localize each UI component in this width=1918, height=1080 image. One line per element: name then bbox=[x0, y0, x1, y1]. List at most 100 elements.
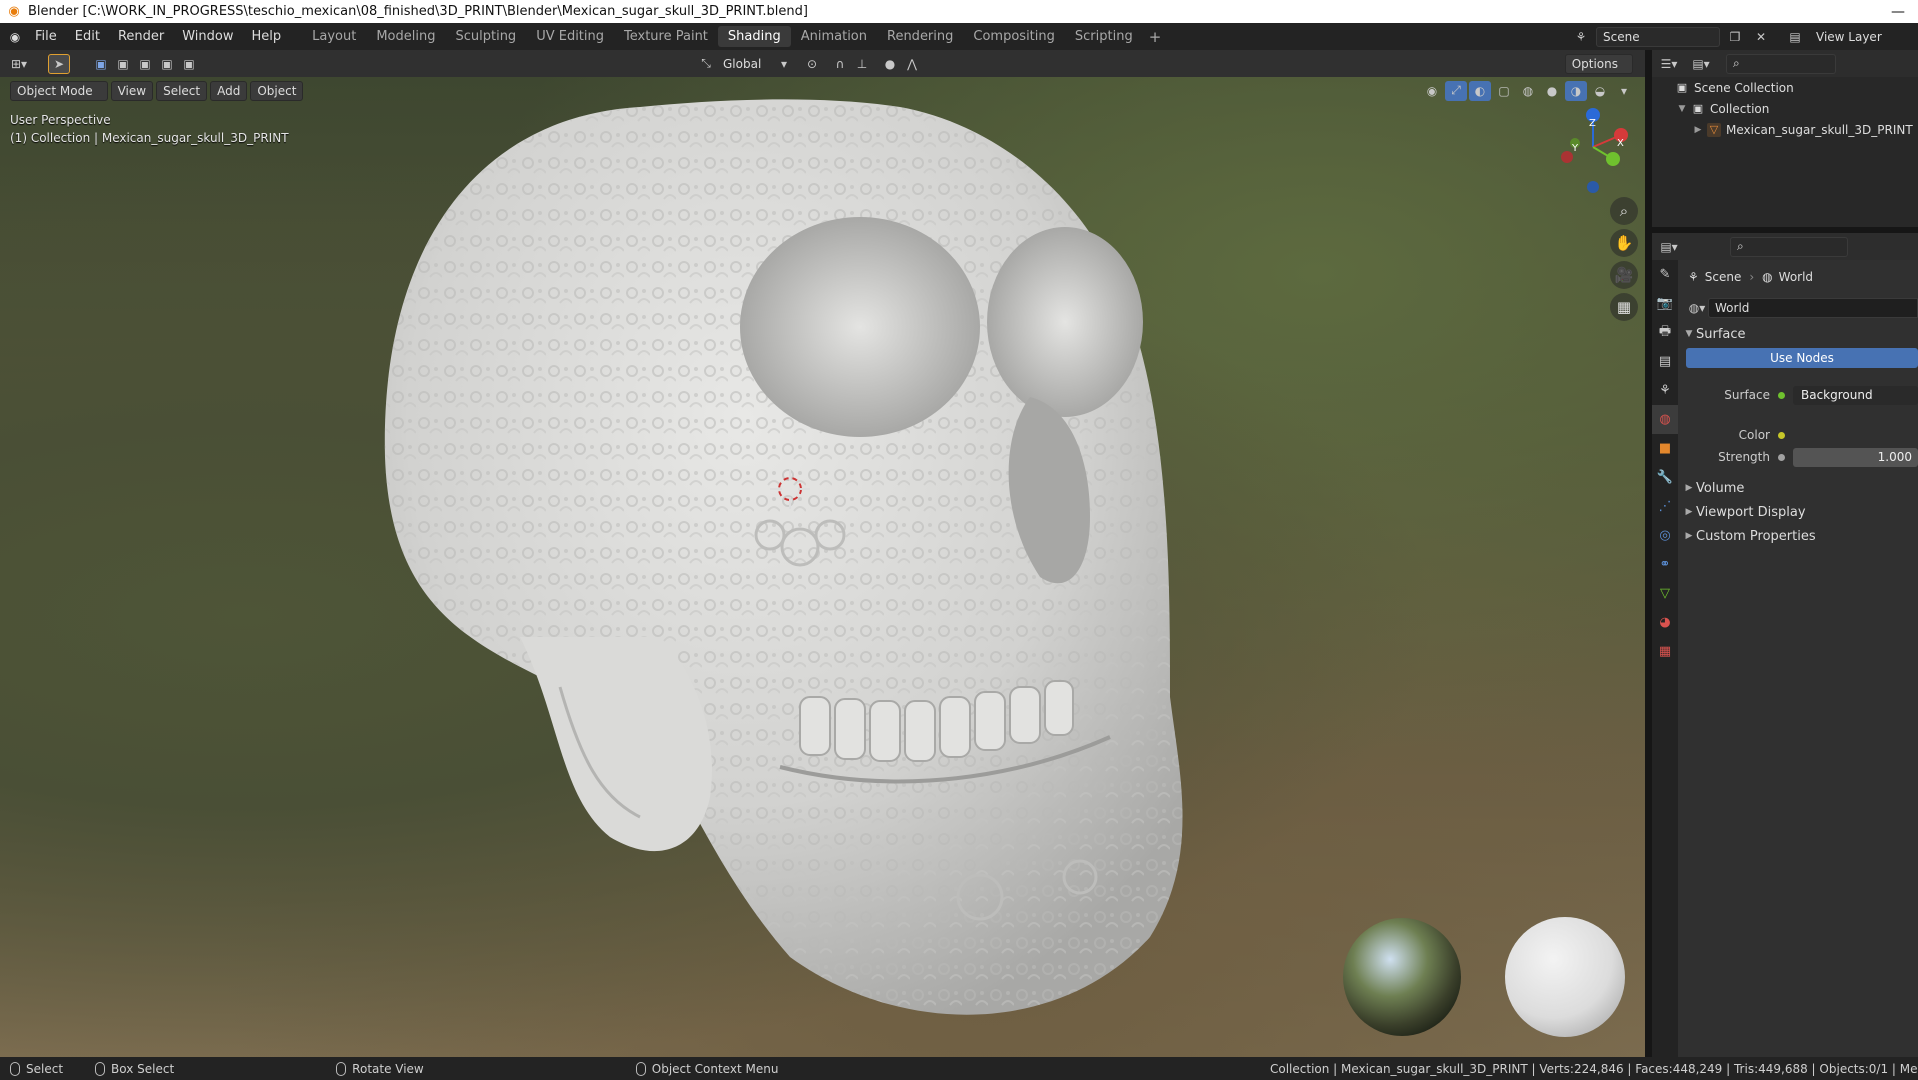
world-name-field[interactable]: World bbox=[1708, 298, 1918, 318]
chevron-right-icon[interactable]: ▶ bbox=[1692, 125, 1704, 135]
tab-compositing[interactable]: Compositing bbox=[963, 26, 1065, 47]
constraints-tab-icon[interactable]: ⚭ bbox=[1652, 550, 1678, 579]
snap-target-icon[interactable]: ⊥ bbox=[851, 54, 873, 74]
tab-animation[interactable]: Animation bbox=[791, 26, 877, 47]
custom-properties-panel-header[interactable]: ▶ Custom Properties bbox=[1678, 524, 1918, 548]
menu-file[interactable]: File bbox=[26, 23, 66, 50]
menu-help[interactable]: Help bbox=[243, 23, 291, 50]
display-mode-icon[interactable]: ▤▾ bbox=[1690, 54, 1712, 74]
viewport-display-panel-header[interactable]: ▶ Viewport Display bbox=[1678, 500, 1918, 524]
output-tab-icon[interactable]: 🖶 bbox=[1652, 318, 1678, 347]
menu-select[interactable]: Select bbox=[156, 80, 208, 101]
menu-view[interactable]: View bbox=[110, 80, 154, 101]
surface-panel-title: Surface bbox=[1696, 326, 1746, 342]
chevron-down-icon[interactable]: ▼ bbox=[1676, 104, 1688, 114]
gizmo-toggle-icon[interactable]: ⤢ bbox=[1445, 80, 1467, 101]
visibility-icon[interactable]: ◉ bbox=[1421, 81, 1443, 101]
remove-scene-icon[interactable]: ✕ bbox=[1750, 27, 1772, 47]
data-tab-icon[interactable]: ▽ bbox=[1652, 579, 1678, 608]
wireframe-shading-icon[interactable]: ◍ bbox=[1517, 81, 1539, 101]
tab-rendering[interactable]: Rendering bbox=[877, 26, 963, 47]
menu-render[interactable]: Render bbox=[109, 23, 173, 50]
scene-selector[interactable]: Scene bbox=[1596, 26, 1720, 47]
outliner-search-input[interactable]: ⌕ bbox=[1726, 53, 1836, 74]
tab-texture-paint[interactable]: Texture Paint bbox=[614, 26, 718, 47]
orientation-dropdown[interactable]: Global bbox=[717, 54, 773, 74]
ortho-grid-icon[interactable]: ▦ bbox=[1610, 293, 1638, 321]
world-tab-icon[interactable]: ◍ bbox=[1652, 405, 1678, 434]
outliner-row-object[interactable]: ▶ ▽ Mexican_sugar_skull_3D_PRINT bbox=[1652, 119, 1918, 140]
outliner-editor-type-icon[interactable]: ☰▾ bbox=[1658, 54, 1680, 74]
world-icon: ◍ bbox=[1762, 270, 1773, 284]
select-extend-icon[interactable]: ▣ bbox=[112, 54, 134, 74]
tab-shading[interactable]: Shading bbox=[717, 26, 791, 47]
surface-panel-header[interactable]: ▼ Surface bbox=[1678, 322, 1918, 346]
proportional-editing-icon[interactable]: ● bbox=[879, 54, 901, 74]
shading-options-icon[interactable]: ▾ bbox=[1613, 81, 1635, 101]
material-shading-icon[interactable]: ◑ bbox=[1565, 80, 1587, 101]
volume-panel-header[interactable]: ▶ Volume bbox=[1678, 476, 1918, 500]
use-nodes-button[interactable]: Use Nodes bbox=[1686, 348, 1918, 368]
select-difference-icon[interactable]: ▣ bbox=[156, 54, 178, 74]
world-browse-icon[interactable]: ◍▾ bbox=[1686, 298, 1708, 318]
select-tool-icon[interactable]: ➤ bbox=[48, 53, 70, 74]
rendered-shading-icon[interactable]: ◒ bbox=[1589, 81, 1611, 101]
particles-tab-icon[interactable]: ⋰ bbox=[1652, 492, 1678, 521]
tool-tab-icon[interactable]: ✎ bbox=[1652, 260, 1678, 289]
color-label: Color bbox=[1738, 428, 1770, 442]
texture-tab-icon[interactable]: ▦ bbox=[1652, 637, 1678, 666]
falloff-icon[interactable]: ⋀ bbox=[901, 54, 923, 74]
menu-edit[interactable]: Edit bbox=[66, 23, 109, 50]
tab-scripting[interactable]: Scripting bbox=[1065, 26, 1143, 47]
outliner-row-scene-collection[interactable]: ▣ Scene Collection bbox=[1652, 77, 1918, 98]
properties-editor-type-icon[interactable]: ▤▾ bbox=[1658, 237, 1680, 257]
object-tab-icon[interactable]: ■ bbox=[1652, 434, 1678, 463]
minimize-button[interactable]: — bbox=[1878, 4, 1918, 20]
snap-icon[interactable]: ∩ bbox=[829, 54, 851, 74]
mode-dropdown[interactable]: Object Mode bbox=[10, 80, 108, 101]
surface-shader-field[interactable]: Background bbox=[1793, 385, 1918, 405]
strength-field[interactable]: 1.000 bbox=[1793, 447, 1918, 467]
overlays-icon[interactable]: ◐ bbox=[1469, 80, 1491, 101]
modifier-tab-icon[interactable]: 🔧 bbox=[1652, 463, 1678, 492]
material-tab-icon[interactable]: ◕ bbox=[1652, 608, 1678, 637]
view-layer-tab-icon[interactable]: ▤ bbox=[1652, 347, 1678, 376]
xray-icon[interactable]: ▢ bbox=[1493, 81, 1515, 101]
tab-layout[interactable]: Layout bbox=[302, 26, 366, 47]
tab-uv-editing[interactable]: UV Editing bbox=[526, 26, 614, 47]
float-socket-icon bbox=[1778, 453, 1785, 461]
select-intersect-icon[interactable]: ▣ bbox=[178, 54, 200, 74]
view-layer-selector[interactable]: View Layer bbox=[1810, 27, 1910, 47]
view-layer-icon[interactable]: ▤ bbox=[1784, 27, 1806, 47]
options-dropdown[interactable]: Options bbox=[1564, 53, 1633, 74]
render-tab-icon[interactable]: 📷 bbox=[1652, 289, 1678, 318]
select-new-icon[interactable]: ▣ bbox=[90, 54, 112, 74]
tab-modeling[interactable]: Modeling bbox=[366, 26, 445, 47]
menu-window[interactable]: Window bbox=[173, 23, 242, 50]
surface-shader-row: Surface Background bbox=[1678, 384, 1918, 406]
new-scene-icon[interactable]: ❐ bbox=[1724, 27, 1746, 47]
menu-add[interactable]: Add bbox=[210, 80, 248, 101]
scene-tab-icon[interactable]: ⚘ bbox=[1652, 376, 1678, 405]
physics-tab-icon[interactable]: ◎ bbox=[1652, 521, 1678, 550]
area-divider[interactable] bbox=[1645, 50, 1652, 1057]
color-swatch[interactable] bbox=[1793, 425, 1918, 445]
chevron-down-icon[interactable]: ▾ bbox=[773, 54, 795, 74]
tab-sculpting[interactable]: Sculpting bbox=[445, 26, 526, 47]
outliner-row-collection[interactable]: ▼ ▣ Collection bbox=[1652, 98, 1918, 119]
3d-viewport[interactable]: User Perspective (1) Collection | Mexica… bbox=[0, 77, 1645, 1057]
blender-menu-icon[interactable]: ◉ bbox=[4, 27, 26, 47]
pan-hand-icon[interactable]: ✋ bbox=[1610, 229, 1638, 257]
menu-object[interactable]: Object bbox=[250, 80, 304, 101]
properties-search-input[interactable]: ⌕ bbox=[1730, 236, 1848, 257]
status-context-label: Object Context Menu bbox=[651, 1061, 779, 1076]
camera-view-icon[interactable]: 🎥 bbox=[1610, 261, 1638, 289]
scene-icon: ⚘ bbox=[1688, 270, 1699, 284]
select-subtract-icon[interactable]: ▣ bbox=[134, 54, 156, 74]
add-workspace-button[interactable]: + bbox=[1143, 28, 1168, 46]
solid-shading-icon[interactable]: ● bbox=[1541, 81, 1563, 101]
pivot-point-icon[interactable]: ⊙ bbox=[801, 54, 823, 74]
zoom-icon[interactable]: ⌕ bbox=[1610, 197, 1638, 225]
scene-icon[interactable]: ⚘ bbox=[1570, 27, 1592, 47]
editor-type-icon[interactable]: ⊞▾ bbox=[8, 54, 30, 74]
